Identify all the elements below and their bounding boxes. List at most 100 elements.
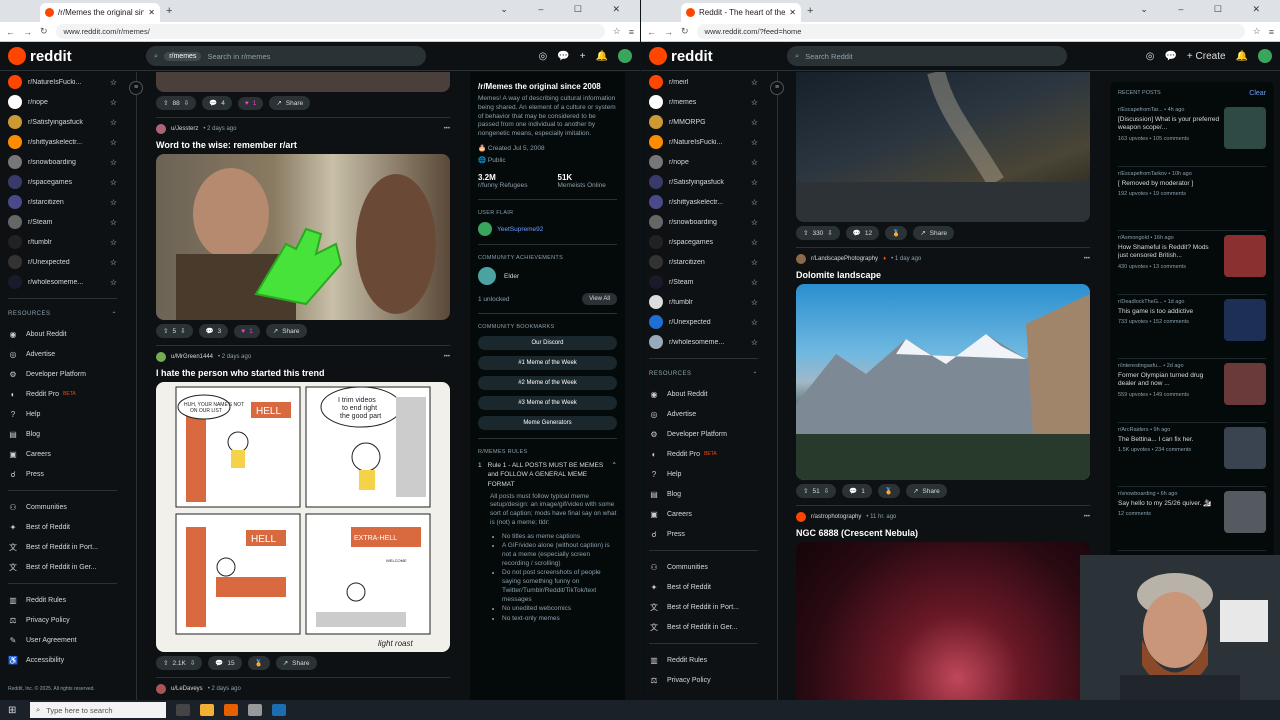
bookmark-button[interactable]: #2 Meme of the Week bbox=[478, 376, 617, 391]
sidebar-community[interactable]: r/spacegames ☆ bbox=[8, 172, 117, 192]
vote-control[interactable]: ⇧ 330 ⇩ bbox=[796, 226, 840, 240]
chat-icon[interactable]: 💬 bbox=[1164, 51, 1176, 62]
post-title[interactable]: Word to the wise: remember r/art bbox=[156, 140, 450, 150]
favorite-star-icon[interactable]: ☆ bbox=[110, 278, 117, 287]
more-options-icon[interactable]: ••• bbox=[444, 126, 450, 132]
recent-post-item[interactable]: r/DeadlockTheG... • 1d ago This game is t… bbox=[1118, 295, 1266, 359]
sidebar-link-best-of-reddit[interactable]: ✦ Best of Reddit bbox=[8, 517, 117, 537]
favorite-star-icon[interactable]: ☆ bbox=[110, 218, 117, 227]
post[interactable]: r/LandscapePhotography ♦ • 1 day ago ••• Do… bbox=[796, 251, 1090, 502]
sidebar-link-best-of-reddit-in-port-[interactable]: 文 Best of Reddit in Port... bbox=[8, 537, 117, 557]
sidebar-community[interactable]: r/nope ☆ bbox=[649, 152, 758, 172]
post[interactable]: u/LeDaveys • 2 days ago bbox=[156, 681, 450, 697]
sidebar-community[interactable]: r/Unexpected ☆ bbox=[8, 252, 117, 272]
comments-button[interactable]: 💬 4 bbox=[202, 96, 232, 110]
recent-post-thumbnail[interactable] bbox=[1224, 427, 1266, 469]
clear-recent-button[interactable]: Clear bbox=[1249, 90, 1266, 97]
search-input[interactable]: ⌕ Search Reddit bbox=[787, 46, 1067, 66]
sidebar-link-communities[interactable]: ⚇ Communities bbox=[8, 497, 117, 517]
subreddit-chip[interactable]: r/memes bbox=[164, 51, 202, 61]
create-button[interactable]: + Create bbox=[1187, 51, 1226, 62]
award-button[interactable]: ♥ 1 bbox=[237, 96, 264, 110]
browser-tab[interactable]: Reddit - The heart of the internet ✕ bbox=[681, 3, 801, 22]
sidebar-link-blog[interactable]: ▤ Blog bbox=[8, 424, 117, 444]
vote-control[interactable]: ⇧ 88 ⇩ bbox=[156, 96, 197, 110]
favorite-star-icon[interactable]: ☆ bbox=[751, 338, 758, 347]
post-title[interactable]: Dolomite landscape bbox=[796, 270, 1090, 280]
award-button[interactable]: 🏅 bbox=[885, 226, 908, 240]
sidebar-link-communities[interactable]: ⚇ Communities bbox=[649, 557, 758, 577]
search-input[interactable]: ⌕ r/memes Search in r/memes bbox=[146, 46, 426, 66]
browser-tab[interactable]: /r/Memes the original since 2008 ✕ bbox=[40, 3, 160, 22]
sidebar-community[interactable]: r/memes ☆ bbox=[649, 92, 758, 112]
recent-post-item[interactable]: r/interestingasfu... • 2d ago Former Olym… bbox=[1118, 359, 1266, 423]
post-title[interactable]: NGC 6888 (Crescent Nebula) bbox=[796, 528, 1090, 538]
sidebar-link-careers[interactable]: ▣ Careers bbox=[649, 504, 758, 524]
favorite-star-icon[interactable]: ☆ bbox=[751, 278, 758, 287]
more-options-icon[interactable]: ••• bbox=[1084, 256, 1090, 262]
sidebar-link-developer-platform[interactable]: ⚙ Developer Platform bbox=[8, 364, 117, 384]
sidebar-community[interactable]: r/NatureIsFucki... ☆ bbox=[649, 132, 758, 152]
recent-post-thumbnail[interactable] bbox=[1224, 363, 1266, 405]
new-tab-icon[interactable]: + bbox=[807, 5, 813, 17]
taskbar-search-input[interactable]: ⌕ Type here to search bbox=[30, 702, 166, 718]
sidebar-link-reddit-rules[interactable]: ▥ Reddit Rules bbox=[8, 590, 117, 610]
avatar[interactable] bbox=[1258, 49, 1272, 63]
post-author[interactable]: u/MrGreen1444 bbox=[171, 354, 213, 360]
recent-post-title[interactable]: Former Olympian turned drug dealer and n… bbox=[1118, 372, 1220, 389]
bookmark-button[interactable]: #1 Meme of the Week bbox=[478, 356, 617, 371]
comments-button[interactable]: 💬 12 bbox=[845, 226, 880, 240]
steam-icon[interactable] bbox=[272, 704, 286, 716]
url-field[interactable]: www.reddit.com/?feed=home bbox=[696, 24, 1245, 39]
favorite-star-icon[interactable]: ☆ bbox=[751, 298, 758, 307]
sidebar-community[interactable]: r/Steam ☆ bbox=[8, 212, 117, 232]
post-author[interactable]: u/LeDaveys bbox=[171, 686, 203, 692]
sidebar-link-best-of-reddit-in-ger-[interactable]: 文 Best of Reddit in Ger... bbox=[649, 617, 758, 637]
window-controls[interactable]: ⌄ – ☐ ✕ bbox=[1140, 4, 1274, 15]
sidebar-community[interactable]: r/spacegames ☆ bbox=[649, 232, 758, 252]
sidebar-community[interactable]: r/snowboarding ☆ bbox=[8, 152, 117, 172]
bookmark-button[interactable]: Meme Generators bbox=[478, 416, 617, 431]
share-button[interactable]: ↗ Share bbox=[913, 226, 954, 240]
sidebar-link-blog[interactable]: ▤ Blog bbox=[649, 484, 758, 504]
sidebar-community[interactable]: r/tumblr ☆ bbox=[8, 232, 117, 252]
share-button[interactable]: ↗ Share bbox=[905, 484, 947, 498]
post[interactable]: r/astrophotography • 11 hr. ago ••• NGC 68… bbox=[796, 509, 1090, 700]
recent-post-item[interactable]: r/EscapefromTarkov • 10h ago [ Removed by… bbox=[1118, 167, 1266, 231]
forward-icon[interactable]: → bbox=[664, 27, 673, 37]
bookmark-button[interactable]: #3 Meme of the Week bbox=[478, 396, 617, 411]
favorite-star-icon[interactable]: ☆ bbox=[110, 118, 117, 127]
bookmark-star-icon[interactable]: ☆ bbox=[1253, 26, 1261, 37]
recent-post-item[interactable]: r/EscapefromTar... • 4h ago [Discussion] … bbox=[1118, 103, 1266, 167]
recent-post-item[interactable]: r/snowboarding • 6h ago Say hello to my 2… bbox=[1118, 487, 1266, 551]
reddit-logo[interactable]: reddit bbox=[8, 47, 138, 65]
recent-post-title[interactable]: [Discussion] What is your preferred weap… bbox=[1118, 116, 1220, 133]
achievement-elder[interactable]: Elder bbox=[478, 267, 617, 286]
rule-1[interactable]: 1 Rule 1 - ALL POSTS MUST BE MEMES and F… bbox=[478, 461, 617, 488]
favorite-star-icon[interactable]: ☆ bbox=[751, 78, 758, 87]
back-icon[interactable]: ← bbox=[6, 27, 15, 37]
sidebar-link-about-reddit[interactable]: ◉ About Reddit bbox=[8, 324, 117, 344]
view-all-button[interactable]: View All bbox=[582, 293, 617, 306]
sidebar-community[interactable]: r/nope ☆ bbox=[8, 92, 117, 112]
recent-post-thumbnail[interactable] bbox=[1224, 235, 1266, 277]
task-view-icon[interactable] bbox=[176, 704, 190, 716]
post-image[interactable] bbox=[156, 154, 450, 320]
create-icon[interactable]: + bbox=[580, 51, 586, 62]
sidebar-link-user-agreement[interactable]: ✎ User Agreement bbox=[8, 630, 117, 650]
recent-post-title[interactable]: How Shameful is Reddit? Mods just censor… bbox=[1118, 244, 1220, 261]
post-image[interactable] bbox=[796, 284, 1090, 480]
favorite-star-icon[interactable]: ☆ bbox=[751, 138, 758, 147]
favorite-star-icon[interactable]: ☆ bbox=[751, 218, 758, 227]
resources-heading[interactable]: RESOURCES ⌃ bbox=[8, 311, 117, 318]
vote-control[interactable]: ⇧ 5 ⇩ bbox=[156, 324, 193, 338]
url-field[interactable]: www.reddit.com/r/memes/ bbox=[55, 24, 605, 39]
sidebar-link-about-reddit[interactable]: ◉ About Reddit bbox=[649, 384, 758, 404]
notification-bell-icon[interactable]: 🔔 bbox=[596, 51, 608, 62]
sidebar-community[interactable]: r/MMORPG ☆ bbox=[649, 112, 758, 132]
favorite-star-icon[interactable]: ☆ bbox=[110, 178, 117, 187]
sidebar-community[interactable]: r/meirl ☆ bbox=[649, 72, 758, 92]
recent-post-title[interactable]: The Bettina... I can fix her. bbox=[1118, 436, 1220, 444]
sidebar-link-best-of-reddit-in-ger-[interactable]: 文 Best of Reddit in Ger... bbox=[8, 557, 117, 577]
sidebar-community[interactable]: r/Steam ☆ bbox=[649, 272, 758, 292]
